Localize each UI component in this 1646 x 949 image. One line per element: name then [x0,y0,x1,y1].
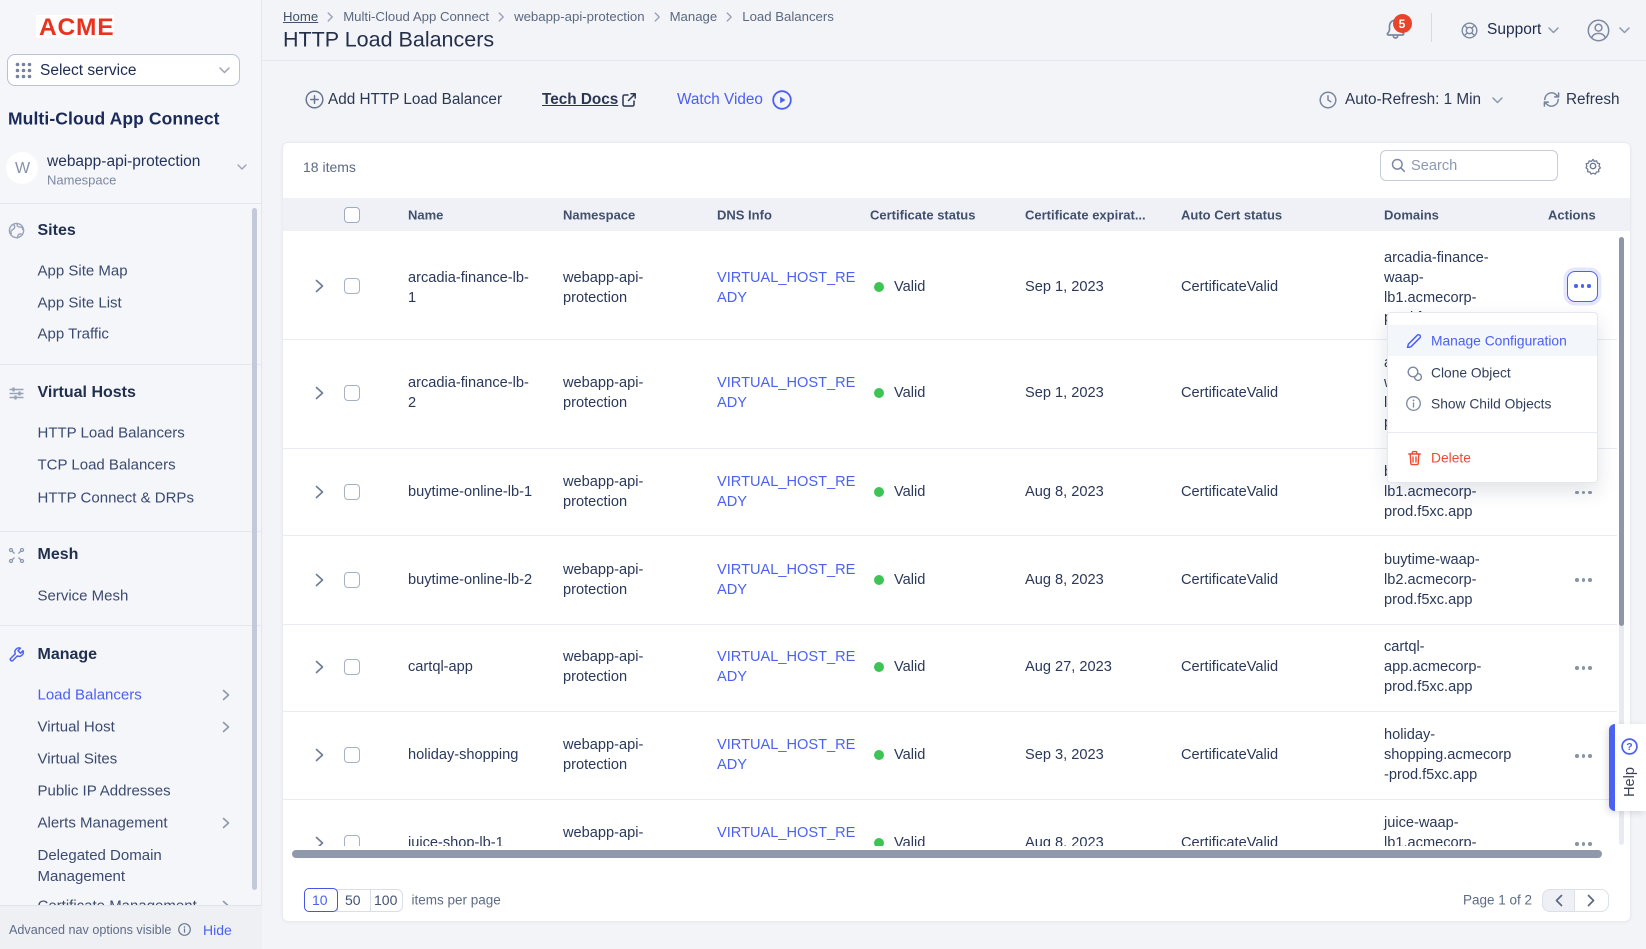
svg-text:?: ? [1626,741,1632,753]
